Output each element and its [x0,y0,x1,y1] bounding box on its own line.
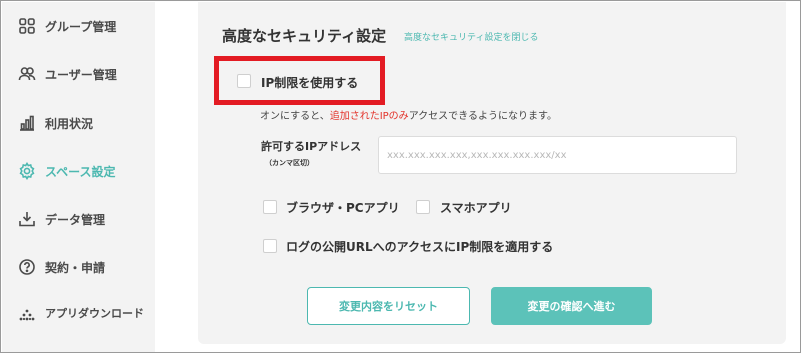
smartphone-checkbox[interactable] [416,200,430,214]
download-tray-icon [18,210,36,228]
sidebar-item-data-management[interactable]: データ管理 [18,207,153,231]
sidebar-item-label: グループ管理 [45,19,117,34]
sidebar-item-label: 利用状況 [45,116,94,131]
gear-icon [18,162,36,180]
app-dots-icon [18,304,36,322]
browser-pc-checkbox[interactable] [263,200,277,214]
reset-button[interactable]: 変更内容をリセット [307,287,470,325]
browser-pc-label: ブラウザ・PCアプリ [286,201,400,215]
sidebar-item-label: データ管理 [45,212,106,227]
question-circle-icon [18,258,36,276]
desc-prefix: オンにすると、 [260,111,330,122]
sidebar-item-label: 契約・申請 [45,260,106,275]
sidebar-item-group-management[interactable]: グループ管理 [18,14,153,38]
grid-icon [18,17,36,35]
desc-suffix: アクセスできるようになります。 [408,111,557,122]
ip-restriction-label: IP制限を使用する [261,76,359,90]
allowed-ip-input[interactable] [378,136,737,174]
sidebar-item-label: スペース設定 [45,164,116,179]
desc-highlight: 追加されたIPのみ [329,111,409,122]
allowed-ip-sublabel: （カンマ区切） [265,159,314,167]
section-title: 高度なセキュリティ設定 [222,27,387,45]
app-frame: グループ管理 ユーザー管理 利用状況 スペース設定 データ管理 契約・申請 アプ… [0,0,801,353]
bar-chart-icon [18,114,36,132]
sidebar-item-contract[interactable]: 契約・申請 [18,255,153,279]
sidebar-item-usage[interactable]: 利用状況 [18,111,153,135]
sidebar: グループ管理 ユーザー管理 利用状況 スペース設定 データ管理 契約・申請 アプ… [2,2,155,352]
confirm-changes-button[interactable]: 変更の確認へ進む [491,287,652,325]
log-url-label: ログの公開URLへのアクセスにIP制限を適用する [286,240,554,254]
sidebar-item-label: アプリダウンロード [45,307,144,320]
sidebar-item-app-download[interactable]: アプリダウンロード [18,301,153,325]
smartphone-label: スマホアプリ [440,201,512,215]
sidebar-item-user-management[interactable]: ユーザー管理 [18,62,153,86]
ip-restriction-description: オンにすると、追加されたIPのみアクセスできるようになります。 [260,107,557,122]
sidebar-item-space-settings[interactable]: スペース設定 [18,159,153,183]
close-advanced-settings-link[interactable]: 高度なセキュリティ設定を閉じる [404,30,538,43]
users-icon [18,65,36,83]
log-url-checkbox[interactable] [263,239,277,253]
sidebar-item-label: ユーザー管理 [45,67,117,82]
allowed-ip-label: 許可するIPアドレス [261,140,362,153]
ip-restriction-checkbox[interactable] [237,74,251,88]
